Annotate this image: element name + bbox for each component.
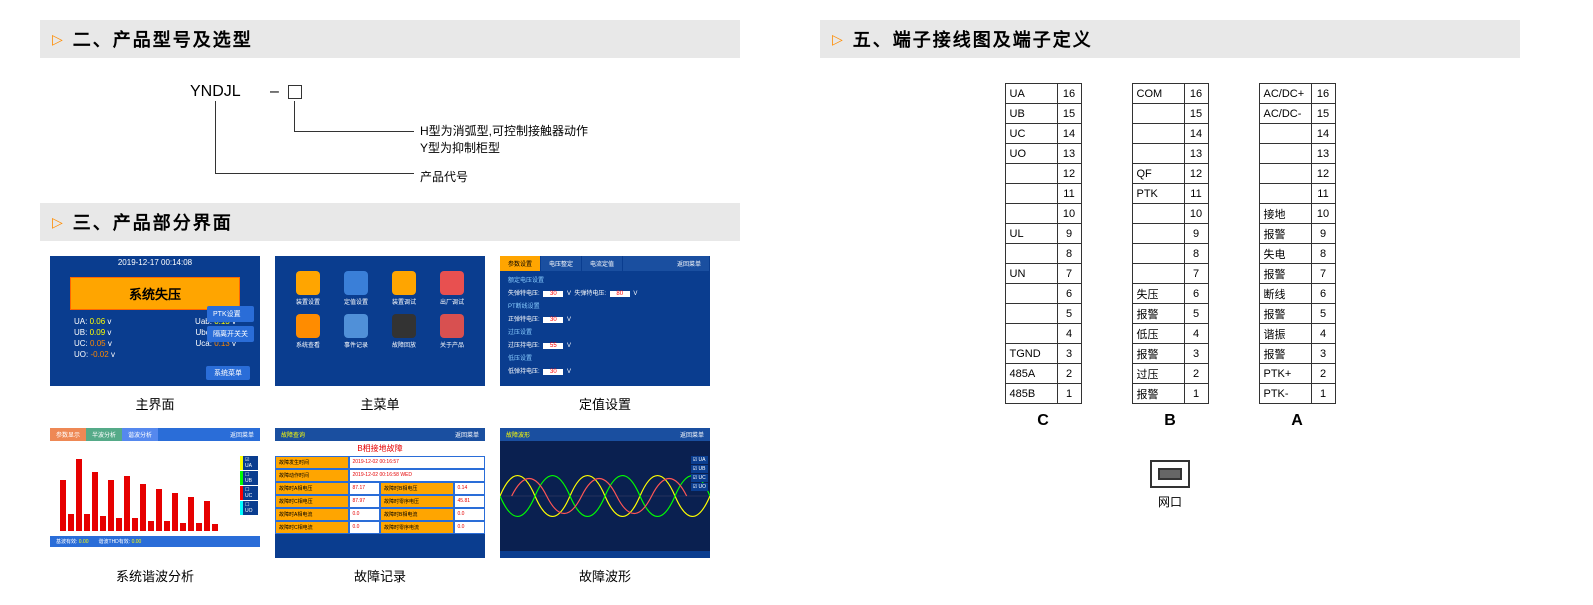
screen-menu: 装置设置 定值设置 装置调试 出厂调试 系统查看 事件记录 故障回放 关于产品: [275, 256, 485, 386]
screen1-caption: 主界面: [50, 394, 260, 413]
fault-subtitle: B相接地故障: [275, 441, 485, 456]
model-dash: –: [270, 83, 279, 101]
screen3-caption: 定值设置: [500, 394, 710, 413]
screen-fault-log: 故障查询返回菜单 B相接地故障 故障发生时间2019-12-02 00:16:5…: [275, 428, 485, 558]
waveform-chart: [500, 441, 710, 551]
model-desc1-line1: H型为消弧型,可控制接触器动作: [420, 123, 588, 140]
section-3-title: 三、产品部分界面: [73, 209, 233, 235]
terminal-table-a: AC/DC+16AC/DC-1514131211接地10报警9失电8报警7断线6…: [1259, 83, 1336, 404]
menu-item-system-view[interactable]: 系统查看: [288, 314, 328, 349]
triangle-icon: ▷: [832, 31, 843, 48]
tab-voltage[interactable]: 电压整定: [541, 256, 582, 271]
menu-item-value-settings[interactable]: 定值设置: [336, 271, 376, 306]
screen-harmonic: 参数显示 半波分析 谐波分析 返回菜单 ☑ UA ☐ UB ☐ UC ☐ UO: [50, 428, 260, 558]
back-button[interactable]: 返回菜单: [455, 430, 479, 439]
menu-item-device-debug[interactable]: 装置调试: [384, 271, 424, 306]
tab-current[interactable]: 电流定值: [582, 256, 623, 271]
menu-item-fault-replay[interactable]: 故障回放: [384, 314, 424, 349]
section-2-header: ▷ 二、产品型号及选型: [40, 20, 740, 58]
model-desc1-line2: Y型为抑制柜型: [420, 140, 588, 157]
screen-waveform: 故障波形返回菜单 ☑ UA ☑ UB ☑ UC ☑ UO: [500, 428, 710, 558]
model-desc2: 产品代号: [420, 168, 468, 185]
menu-item-device-settings[interactable]: 装置设置: [288, 271, 328, 306]
terminal-table-b: COM16151413QF12PTK1110987失压6报警5低压4报警3过压2…: [1132, 83, 1209, 404]
menu-item-about[interactable]: 关于产品: [432, 314, 472, 349]
back-button[interactable]: 系统菜单: [206, 366, 250, 380]
screen-main: 2019-12-17 00:14:08 系统失压 UA: 0.06 vUab: …: [50, 256, 260, 386]
terminal-letter-b: B: [1132, 412, 1209, 430]
section-2-title: 二、产品型号及选型: [73, 26, 253, 52]
section-3-header: ▷ 三、产品部分界面: [40, 203, 740, 241]
section-5-title: 五、端子接线图及端子定义: [853, 26, 1093, 52]
ptk-button[interactable]: PTK设置: [207, 306, 254, 322]
triangle-icon: ▷: [52, 214, 63, 231]
model-code: YNDJL: [190, 83, 241, 101]
tab-param[interactable]: 参数设置: [500, 256, 541, 271]
menu-item-factory-debug[interactable]: 出厂调试: [432, 271, 472, 306]
screen6-caption: 故障波形: [500, 566, 710, 585]
netport-icon: [1150, 460, 1190, 488]
terminal-letter-a: A: [1259, 412, 1336, 430]
terminal-diagram: UA16UB15UC14UO13121110UL98UN7654TGND3485…: [820, 73, 1520, 440]
model-desc1: H型为消弧型,可控制接触器动作 Y型为抑制柜型: [420, 123, 588, 157]
menu-item-event-log[interactable]: 事件记录: [336, 314, 376, 349]
model-diagram: YNDJL – H型为消弧型,可控制接触器动作 Y型为抑制柜型 产品代号: [40, 73, 740, 203]
isolation-button[interactable]: 隔离开关关: [207, 326, 254, 342]
screen1-datetime: 2019-12-17 00:14:08: [50, 256, 260, 269]
network-port: 网口: [820, 460, 1520, 510]
tab-halfwave[interactable]: 半波分析: [86, 428, 122, 441]
back-button[interactable]: 返回菜单: [224, 428, 260, 441]
terminal-table-c: UA16UB15UC14UO13121110UL98UN7654TGND3485…: [1005, 83, 1082, 404]
model-box: [288, 85, 302, 99]
back-button[interactable]: 返回菜单: [669, 256, 710, 271]
screen2-caption: 主菜单: [275, 394, 485, 413]
netport-label: 网口: [820, 493, 1520, 510]
screen-settings: 参数设置 电压整定 电流定值 返回菜单 额定电压设置 失弹特电压: 30 V 失…: [500, 256, 710, 386]
triangle-icon: ▷: [52, 31, 63, 48]
back-button[interactable]: 返回菜单: [680, 430, 704, 439]
screen5-caption: 故障记录: [275, 566, 485, 585]
harmonic-chart: ☑ UA ☐ UB ☐ UC ☐ UO: [50, 441, 260, 536]
tab-param-display[interactable]: 参数显示: [50, 428, 86, 441]
tab-harmonic[interactable]: 谐波分析: [122, 428, 158, 441]
screen4-caption: 系统谐波分析: [50, 566, 260, 585]
terminal-letter-c: C: [1005, 412, 1082, 430]
section-5-header: ▷ 五、端子接线图及端子定义: [820, 20, 1520, 58]
